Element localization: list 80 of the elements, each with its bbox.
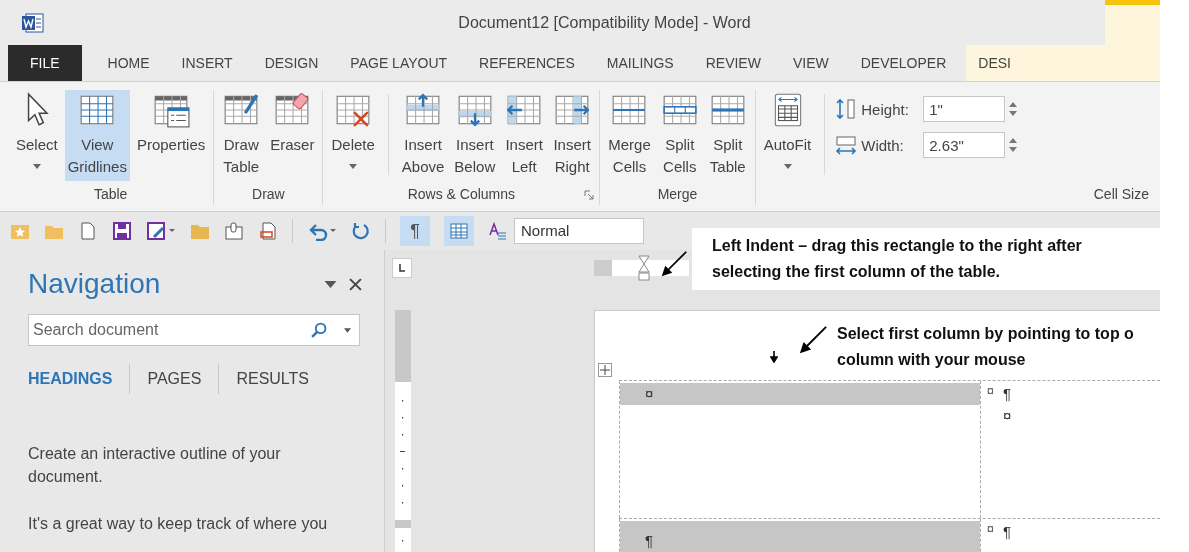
ribbon-button[interactable]: View Gridlines: [64, 90, 130, 181]
search-field[interactable]: Search document: [28, 314, 360, 346]
ribbon-tab[interactable]: DESIGN: [252, 45, 331, 81]
move-handle-icon[interactable]: [598, 363, 612, 377]
callout-text: Left Indent – drag this rectangle to the right after selecting the first column of the table.: [692, 228, 1160, 290]
ribbon-button[interactable]: Insert Below: [451, 90, 499, 181]
gridlines-toggle[interactable]: [444, 216, 474, 246]
field-label: Width:: [861, 136, 905, 154]
redo-icon[interactable]: [351, 221, 371, 241]
ribbon-button[interactable]: Insert Above: [398, 90, 448, 181]
down-arrow-icon: [770, 351, 778, 363]
dropdown-arrow-icon[interactable]: [344, 328, 351, 333]
spinner-icon[interactable]: [1009, 137, 1018, 153]
undo-icon[interactable]: [307, 221, 337, 241]
window-title: Document12 [Compatibility Mode] - Word: [457, 13, 752, 32]
ribbon-tab[interactable]: FILE: [8, 45, 82, 81]
column-width-icon: [835, 134, 858, 156]
help-text: Create an interactive outline of your document.: [28, 444, 282, 487]
blank-page-icon[interactable]: [78, 221, 98, 241]
ribbon-tab[interactable]: DEVELOPER: [848, 45, 959, 81]
formatting-marks-toggle[interactable]: ¶: [400, 216, 430, 246]
group-label: Rows & Columns: [407, 186, 515, 202]
ribbon-tab[interactable]: HOME: [95, 45, 162, 81]
save-icon[interactable]: [112, 221, 132, 241]
ribbon-button[interactable]: Insert Left: [502, 90, 547, 181]
ribbon-button[interactable]: Draw Table: [219, 90, 264, 181]
save-as-icon[interactable]: [146, 221, 176, 241]
spinner-icon[interactable]: [1009, 101, 1018, 117]
end-mark: ¤: [986, 521, 994, 536]
dropdown-arrow-icon[interactable]: [324, 280, 337, 288]
group-label: Cell Size: [1093, 186, 1149, 202]
row-height-icon: [835, 98, 858, 120]
cell-mark: ¤: [620, 383, 980, 405]
pane-tab[interactable]: PAGES: [147, 364, 202, 394]
input-field[interactable]: 1": [923, 96, 1006, 122]
app-logo-icon: [22, 12, 44, 33]
style-box[interactable]: Normal: [514, 218, 644, 244]
ribbon-tab[interactable]: VIEW: [780, 45, 841, 81]
ribbon-button[interactable]: Select: [13, 90, 61, 172]
ribbon-button[interactable]: AutoFit: [760, 90, 815, 172]
search-icon[interactable]: [310, 322, 327, 339]
cell-mark: ¶: [1003, 384, 1013, 404]
input-field[interactable]: 2.63": [923, 132, 1006, 158]
ribbon-tab[interactable]: INSERT: [169, 45, 245, 81]
cell-mark: ¤: [1003, 406, 1013, 426]
ribbon-button[interactable]: Split Table: [705, 90, 750, 181]
close-icon[interactable]: [349, 277, 362, 291]
ribbon-tab[interactable]: REFERENCES: [467, 45, 587, 81]
ribbon-tab[interactable]: DESI: [966, 45, 1160, 81]
ribbon-tab[interactable]: PAGE LAYOUT: [338, 45, 460, 81]
styles-icon[interactable]: [488, 221, 508, 241]
arrow: [660, 250, 688, 278]
arrow: [798, 325, 828, 355]
group-label: Table: [93, 186, 128, 202]
indent-marker-icon[interactable]: [638, 255, 650, 281]
table-grid-icon: [450, 223, 468, 239]
callout-text: Select first column by pointing to top o column with your mouse: [837, 324, 1134, 370]
dialog-launcher-icon[interactable]: [584, 190, 595, 200]
ribbon-button[interactable]: Split Cells: [657, 90, 702, 181]
contextual-tab-header: [1105, 0, 1160, 45]
ribbon-tab[interactable]: REVIEW: [693, 45, 773, 81]
ribbon-button[interactable]: Insert Right: [550, 90, 595, 181]
tab-selector-icon[interactable]: [392, 258, 412, 278]
group-label: Draw: [252, 186, 285, 202]
ribbon-button[interactable]: Properties: [133, 90, 209, 159]
ribbon-tab[interactable]: MAILINGS: [594, 45, 686, 81]
ribbon-button[interactable]: Eraser: [267, 90, 318, 159]
pane-title: Navigation: [28, 268, 162, 300]
pane-tab[interactable]: RESULTS: [236, 364, 309, 394]
group-label: Merge: [657, 186, 698, 202]
document-icon[interactable]: [258, 221, 278, 241]
cell-mark: ¶: [620, 521, 980, 552]
cell-mark: ¶: [1003, 522, 1013, 542]
end-mark: ¤: [986, 383, 994, 398]
help-text: It's a great way to keep track of where you: [28, 514, 328, 534]
ribbon-button[interactable]: Merge Cells: [605, 90, 654, 181]
field-label: Height:: [861, 100, 910, 118]
ribbon-button[interactable]: Delete: [328, 90, 378, 172]
pane-tab[interactable]: HEADINGS: [28, 364, 113, 394]
clipboard-icon[interactable]: [224, 221, 244, 241]
